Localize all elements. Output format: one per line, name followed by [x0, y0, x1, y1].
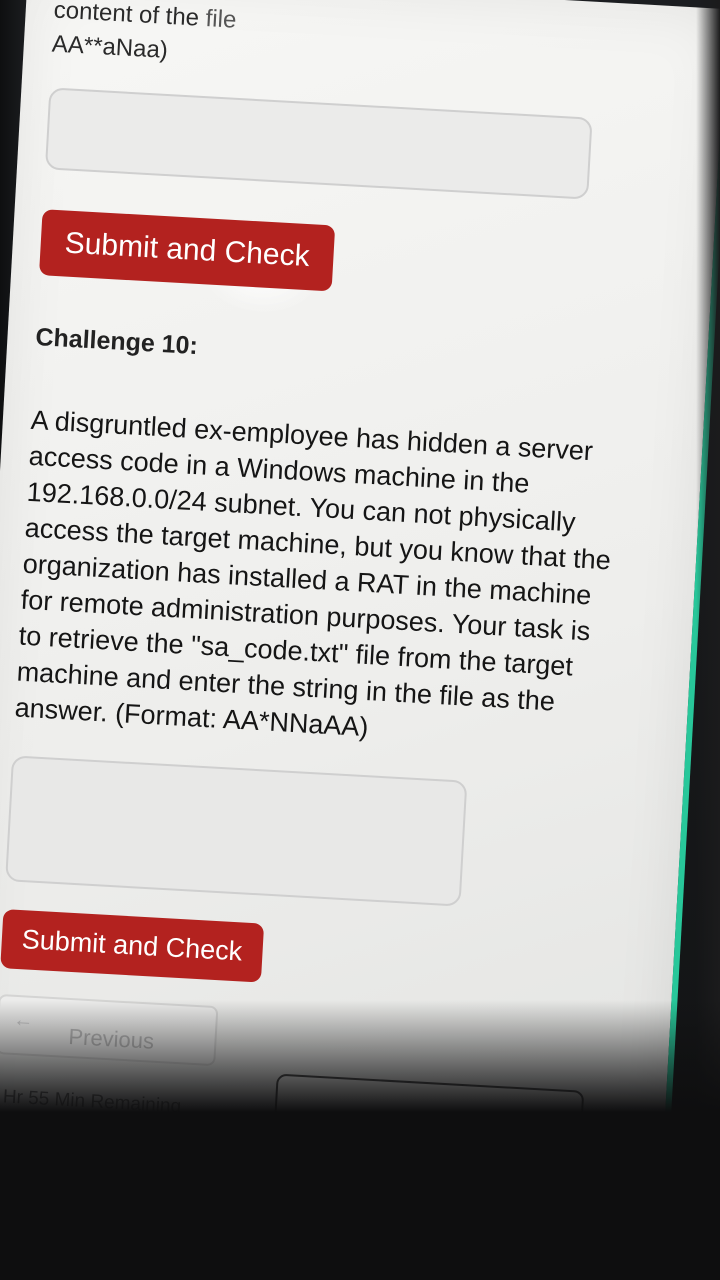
challenge-title: Challenge 10:: [34, 323, 199, 361]
answer-input-10[interactable]: [5, 755, 468, 907]
submit-check-button-9[interactable]: Submit and Check: [38, 209, 336, 292]
submit-button[interactable]: Submit →: [271, 1073, 585, 1187]
answer-input-9[interactable]: [44, 87, 593, 200]
previous-format: AA**aNaa): [51, 30, 169, 64]
previous-text-line: content of the: [53, 0, 207, 32]
arrow-left-icon: ←: [12, 1008, 34, 1032]
previous-text-cut: file: [204, 5, 238, 34]
submit-label: Submit: [372, 1121, 462, 1157]
screen: content of the file AA**aNaa) Submit and…: [0, 0, 720, 1248]
photo-stage: content of the file AA**aNaa) Submit and…: [0, 0, 720, 1280]
previous-challenge-text: content of the file AA**aNaa): [51, 0, 654, 95]
quiz-content: content of the file AA**aNaa) Submit and…: [0, 0, 654, 1187]
previous-label: Previous: [67, 1023, 155, 1054]
challenge-description: A disgruntled ex-employee has hidden a s…: [13, 404, 612, 743]
monitor-right-edge: [696, 0, 720, 1280]
navigation-row: ← Previous 2 Hr 55 Min Remaining Submit …: [0, 993, 598, 1187]
submit-check-button-10[interactable]: Submit and Check: [0, 909, 264, 983]
arrow-right-icon: →: [531, 1148, 557, 1177]
previous-button[interactable]: ← Previous: [0, 993, 219, 1067]
time-remaining: 2 Hr 55 Min Remaining: [0, 1085, 182, 1118]
